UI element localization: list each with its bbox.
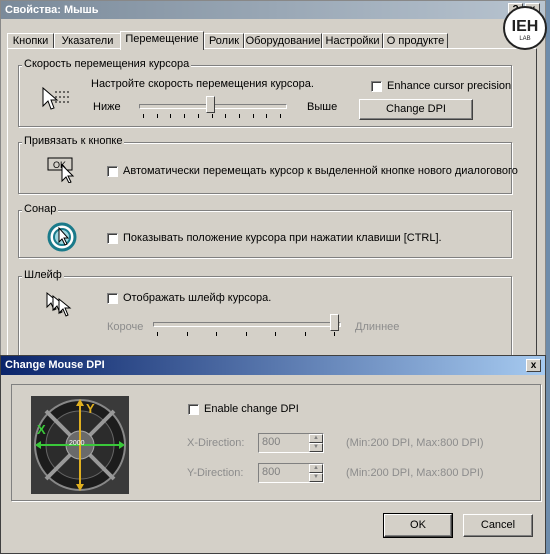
- x-direction-spinner[interactable]: 800 ▲ ▼: [258, 433, 324, 453]
- trail-cursor-icon: [45, 291, 81, 322]
- sonar-group: Сонар Показывать положение курсора при н…: [18, 203, 512, 258]
- slider-tick: [305, 332, 306, 336]
- speed-group: Скорость перемещения курсора Настройте с…: [18, 58, 512, 127]
- trail-group: Шлейф Отображать шлейф курсора. Короче Д…: [18, 269, 512, 358]
- speed-cursor-icon: [41, 86, 73, 115]
- snap-checkbox[interactable]: [107, 166, 118, 177]
- slider-tick: [187, 332, 188, 336]
- watermark-logo: IEH LAB: [503, 6, 547, 50]
- cancel-button[interactable]: Cancel: [463, 514, 533, 537]
- trail-slider-thumb[interactable]: [330, 314, 339, 331]
- sonar-group-legend: Сонар: [22, 203, 59, 215]
- trail-checkbox[interactable]: [107, 293, 118, 304]
- slider-tick: [212, 114, 213, 118]
- trail-long-label: Длиннее: [355, 321, 400, 333]
- enhance-precision-checkbox[interactable]: [371, 81, 382, 92]
- slider-tick: [266, 114, 267, 118]
- speed-slow-label: Ниже: [93, 101, 121, 113]
- snap-checkbox-label: Автоматически перемещать курсор к выделе…: [123, 165, 518, 177]
- slider-tick: [225, 114, 226, 118]
- change-dpi-button[interactable]: Change DPI: [359, 99, 473, 120]
- sonar-checkbox[interactable]: [107, 233, 118, 244]
- slider-tick: [280, 114, 281, 118]
- dpi-close-button[interactable]: x: [526, 359, 541, 372]
- dpi-dialog-title: Change Mouse DPI: [5, 359, 105, 371]
- slider-tick: [198, 114, 199, 118]
- snap-to-group: Привязать к кнопке OK Автоматически пере…: [18, 135, 518, 194]
- trail-checkbox-label: Отображать шлейф курсора.: [123, 292, 272, 304]
- watermark-sub: LAB: [519, 36, 531, 42]
- speed-slider[interactable]: [139, 96, 289, 118]
- speed-slider-thumb[interactable]: [206, 96, 215, 113]
- title-bar: Свойства: Мышь ? x: [1, 1, 545, 19]
- tab-motion[interactable]: Перемещение: [120, 31, 204, 50]
- enable-dpi-checkbox[interactable]: [188, 404, 199, 415]
- y-direction-range: (Min:200 DPI, Max:800 DPI): [346, 467, 484, 479]
- slider-tick: [157, 332, 158, 336]
- tab-strip: Кнопки Указатели Перемещение Ролик Обору…: [7, 31, 537, 50]
- wheel-x-label: X: [37, 422, 46, 437]
- tab-hardware[interactable]: Оборудование: [244, 33, 322, 49]
- slider-tick: [246, 332, 247, 336]
- tab-settings[interactable]: Настройки: [322, 33, 383, 49]
- slider-tick: [184, 114, 185, 118]
- slider-tick: [143, 114, 144, 118]
- speed-fast-label: Выше: [307, 101, 338, 113]
- dpi-title-bar: Change Mouse DPI x: [1, 356, 545, 375]
- speed-instruction: Настройте скорость перемещения курсора.: [91, 78, 314, 90]
- enhance-precision-label: Enhance cursor precision: [387, 80, 512, 92]
- y-direction-value: 800: [262, 466, 281, 478]
- x-direction-label: X-Direction:: [187, 437, 245, 449]
- snap-group-legend: Привязать к кнопке: [22, 135, 125, 147]
- snap-ok-icon: OK: [47, 157, 79, 186]
- y-down-arrow-icon[interactable]: ▼: [309, 473, 323, 482]
- x-direction-value: 800: [262, 436, 281, 448]
- x-down-arrow-icon[interactable]: ▼: [309, 443, 323, 452]
- x-direction-range: (Min:200 DPI, Max:800 DPI): [346, 437, 484, 449]
- slider-tick: [275, 332, 276, 336]
- window-title: Свойства: Мышь: [5, 4, 99, 16]
- dpi-content-frame: X Y 2000 Enable change DPI X-Direction: …: [11, 384, 541, 501]
- tab-about[interactable]: О продукте: [383, 33, 448, 49]
- y-direction-spinner[interactable]: 800 ▲ ▼: [258, 463, 324, 483]
- ok-button[interactable]: OK: [383, 513, 453, 538]
- mouse-properties-window: Свойства: Мышь ? x Кнопки Указатели Пере…: [0, 0, 546, 358]
- slider-tick: [253, 114, 254, 118]
- trail-slider[interactable]: [153, 314, 343, 338]
- enable-dpi-label: Enable change DPI: [204, 403, 299, 415]
- dpi-wheel-image: X Y 2000: [31, 396, 129, 494]
- slider-tick: [157, 114, 158, 118]
- tab-wheel[interactable]: Ролик: [204, 33, 244, 49]
- y-up-arrow-icon[interactable]: ▲: [309, 464, 323, 473]
- change-dpi-dialog: Change Mouse DPI x X Y 2000 Enable chang…: [0, 355, 546, 554]
- tab-buttons[interactable]: Кнопки: [7, 33, 54, 49]
- tab-pointers[interactable]: Указатели: [54, 33, 121, 49]
- slider-tick: [334, 332, 335, 336]
- watermark-text: IEH: [511, 18, 539, 35]
- slider-tick: [170, 114, 171, 118]
- trail-group-legend: Шлейф: [22, 269, 64, 281]
- wheel-center-label: 2000: [69, 440, 85, 447]
- motion-tab-panel: Скорость перемещения курсора Настройте с…: [7, 48, 537, 358]
- wheel-y-label: Y: [86, 401, 95, 416]
- y-direction-label: Y-Direction:: [187, 467, 244, 479]
- sonar-icon: [47, 222, 77, 255]
- speed-group-legend: Скорость перемещения курсора: [22, 58, 192, 70]
- sonar-checkbox-label: Показывать положение курсора при нажатии…: [123, 232, 442, 244]
- slider-tick: [216, 332, 217, 336]
- trail-short-label: Короче: [107, 321, 144, 333]
- slider-tick: [239, 114, 240, 118]
- x-up-arrow-icon[interactable]: ▲: [309, 434, 323, 443]
